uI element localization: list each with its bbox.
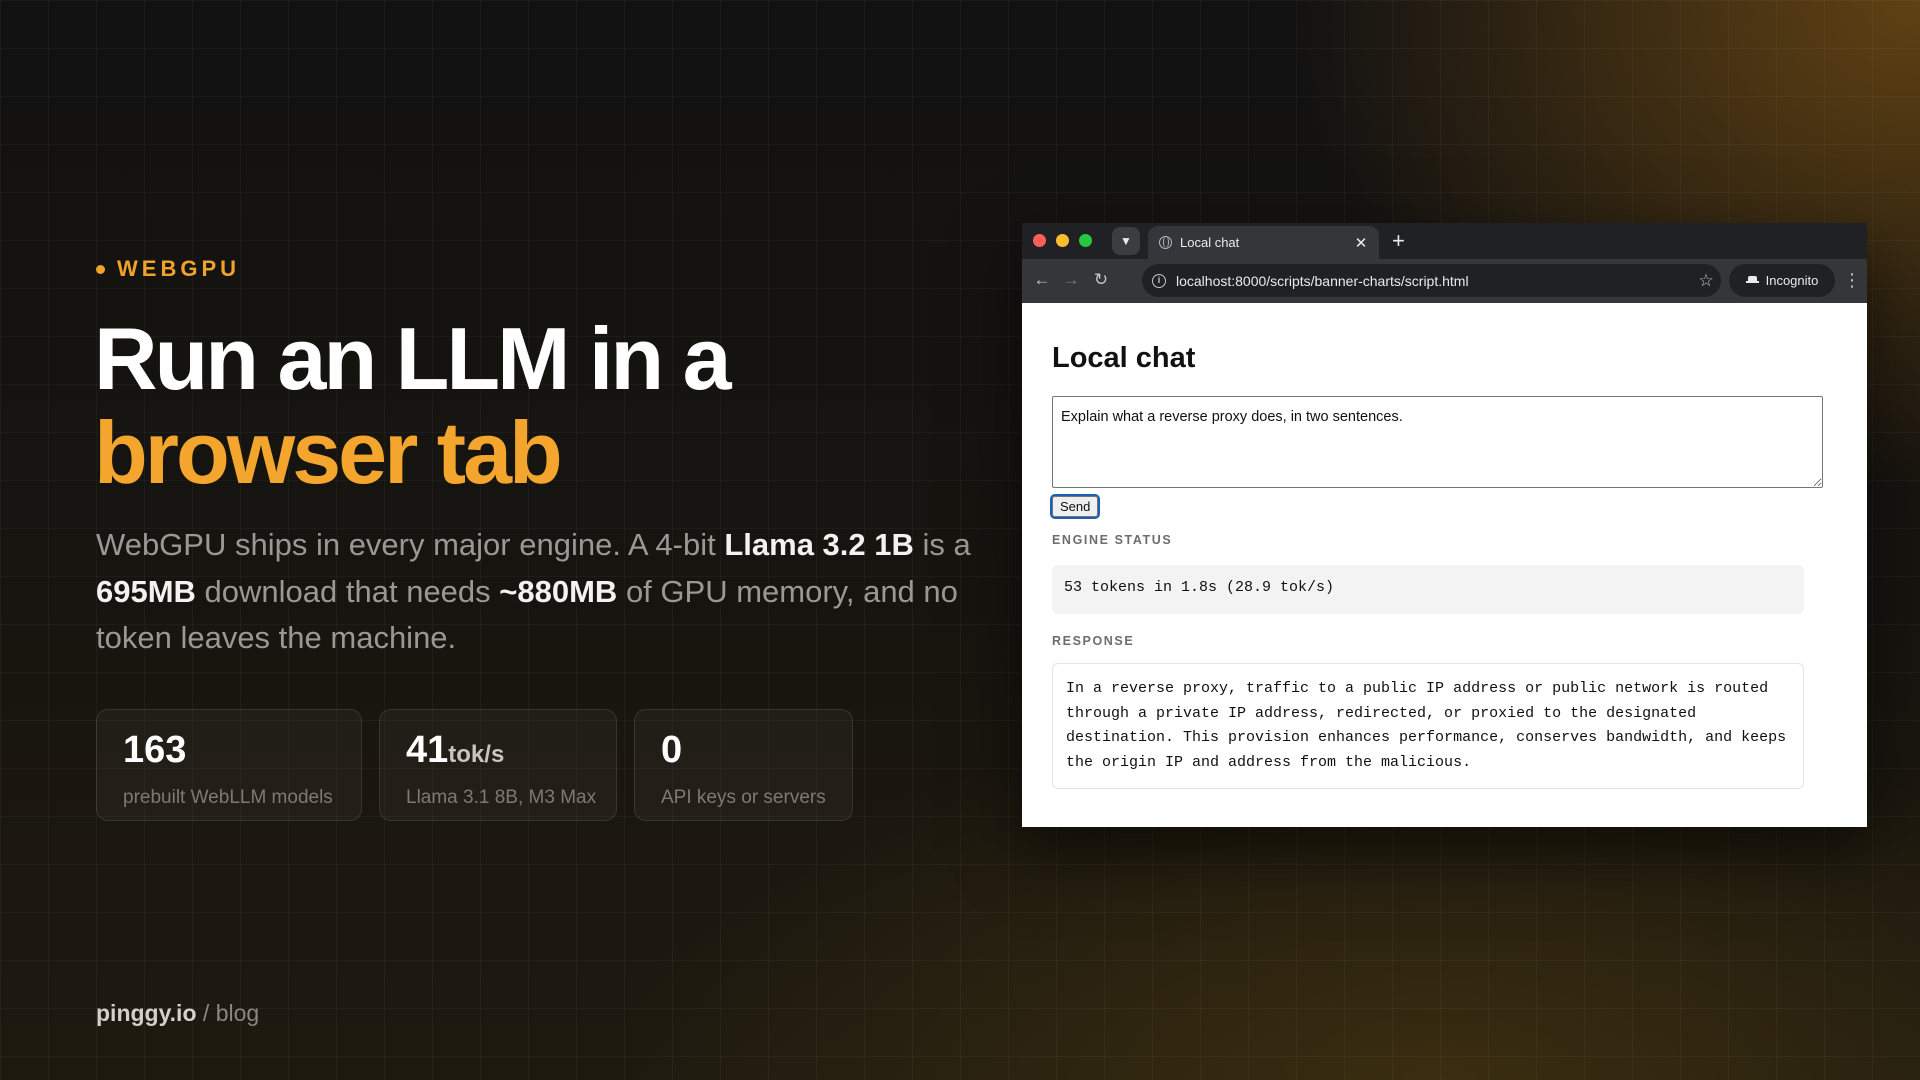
stat-caption: Llama 3.1 8B, M3 Max <box>406 787 597 808</box>
lede-download-size: 695MB <box>96 573 196 609</box>
response-output: In a reverse proxy, traffic to a public … <box>1052 663 1804 789</box>
page-title: Local chat <box>1052 342 1196 374</box>
stat-value: 0 <box>661 728 826 777</box>
stat-number: 0 <box>661 729 683 771</box>
star-icon[interactable]: ☆ <box>1691 271 1721 291</box>
stats-row: 163 prebuilt WebLLM models 41tok/s Llama… <box>96 709 853 821</box>
headline: Run an LLM in a browser tab <box>94 309 732 502</box>
plus-icon[interactable]: + <box>1392 226 1405 256</box>
info-icon[interactable]: i <box>1152 273 1166 288</box>
eyebrow: WEBGPU <box>96 256 240 282</box>
tab-strip: ▼ Local chat ✕ + <box>1022 223 1867 259</box>
browser-toolbar: ← → ↻ i localhost:8000/scripts/banner-ch… <box>1022 259 1867 303</box>
incognito-label: Incognito <box>1765 273 1819 288</box>
send-button[interactable]: Send <box>1049 494 1101 519</box>
stat-number: 163 <box>123 729 187 771</box>
footer-brand: pinggy.io / blog <box>96 1000 259 1027</box>
close-icon[interactable]: ✕ <box>1349 234 1373 252</box>
eyebrow-dot <box>96 264 105 274</box>
stat-unit: tok/s <box>448 741 505 768</box>
eyebrow-label: WEBGPU <box>117 256 240 281</box>
stat-value: 41tok/s <box>406 728 590 777</box>
incognito-badge[interactable]: Incognito <box>1729 264 1835 297</box>
lede-model: Llama 3.2 1B <box>724 527 914 562</box>
lede-text: WebGPU ships in every major engine. A 4-… <box>96 527 725 562</box>
footer-site: pinggy.io <box>96 1000 197 1026</box>
window-maximize-button[interactable] <box>1079 234 1092 247</box>
address-bar[interactable]: i localhost:8000/scripts/banner-charts/s… <box>1142 264 1721 297</box>
engine-status-output: 53 tokens in 1.8s (28.9 tok/s) <box>1052 565 1804 614</box>
stat-caption: API keys or servers <box>661 787 826 808</box>
lede-text: is a <box>913 527 971 562</box>
engine-status-label: ENGINE STATUS <box>1052 533 1173 547</box>
arrow-left-icon[interactable]: ← <box>1030 268 1054 292</box>
window-minimize-button[interactable] <box>1056 234 1069 247</box>
prompt-input[interactable]: Explain what a reverse proxy does, in tw… <box>1052 396 1823 488</box>
window-close-button[interactable] <box>1033 234 1046 247</box>
stat-number: 41 <box>406 729 449 771</box>
headline-line-1: Run an LLM in a <box>94 309 732 408</box>
stat-card-models: 163 prebuilt WebLLM models <box>96 709 362 821</box>
stat-value: 163 <box>123 728 335 777</box>
stat-caption: prebuilt WebLLM models <box>123 787 333 808</box>
browser-window: ▼ Local chat ✕ + ← → ↻ i localhost:8000/… <box>1022 223 1867 827</box>
globe-icon <box>1159 236 1172 249</box>
chevron-down-icon[interactable]: ▼ <box>1112 227 1140 255</box>
footer-separator: / <box>196 1000 216 1026</box>
incognito-icon <box>1745 275 1759 286</box>
tab-local-chat[interactable]: Local chat ✕ <box>1148 226 1379 259</box>
stat-card-api-keys: 0 API keys or servers <box>634 709 853 821</box>
footer-section: blog <box>215 1000 260 1026</box>
url-text[interactable]: localhost:8000/scripts/banner-charts/scr… <box>1176 273 1691 289</box>
lede-text: download that needs <box>195 573 500 609</box>
reload-icon[interactable]: ↻ <box>1089 268 1113 292</box>
lede-paragraph: WebGPU ships in every major engine. A 4-… <box>96 522 996 662</box>
more-vert-icon[interactable]: ⋮ <box>1843 268 1861 292</box>
tab-title: Local chat <box>1180 235 1240 250</box>
lede-gpu-memory: ~880MB <box>499 573 618 609</box>
page-content: Local chat Explain what a reverse proxy … <box>1022 303 1867 827</box>
arrow-right-icon[interactable]: → <box>1059 268 1083 292</box>
response-label: RESPONSE <box>1052 634 1135 648</box>
headline-line-2: browser tab <box>94 403 563 502</box>
stat-card-throughput: 41tok/s Llama 3.1 8B, M3 Max <box>379 709 617 821</box>
